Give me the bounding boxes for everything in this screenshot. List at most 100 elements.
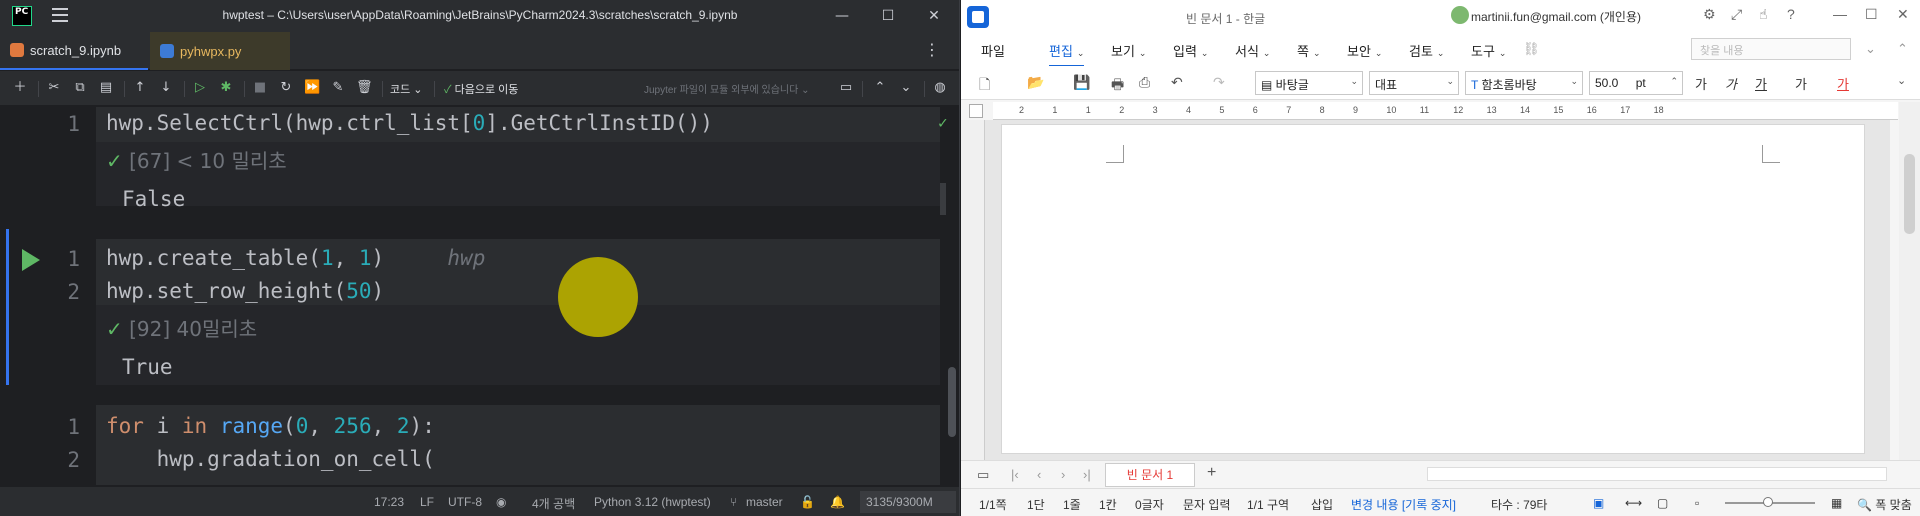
document-page[interactable] (1001, 124, 1865, 454)
notebook-editor[interactable]: 1 hwp.SelectCtrl(hwp.ctrl_list[0].GetCtr… (0, 107, 959, 487)
redo-icon[interactable]: ↷ (1213, 74, 1225, 91)
menu-format[interactable]: 서식 ⌄ (1235, 41, 1270, 60)
font-color-button[interactable]: 가 (1837, 74, 1849, 93)
menu-view[interactable]: 보기 ⌄ (1111, 41, 1146, 60)
code-line[interactable]: hwp.set_row_height(50) (106, 279, 384, 303)
reader-mode-icon[interactable]: ◉ (496, 495, 506, 509)
find-options-icon[interactable]: ⌄ (1865, 41, 1876, 57)
toolbar-more-icon[interactable]: ⌄ (1897, 74, 1906, 87)
account-label[interactable]: martinii.fun@gmail.com (개인용) (1471, 8, 1641, 25)
collapse-ribbon-icon[interactable]: ⌃ (1897, 41, 1908, 57)
input-mode[interactable]: 문자 입력 (1183, 496, 1231, 513)
last-page-icon[interactable]: ›| (1083, 467, 1091, 482)
add-cell-icon[interactable]: ＋ (12, 80, 28, 96)
horizontal-ruler[interactable]: 2 1 1 2 3 4 5 6 7 8 9 10 11 12 13 14 15 16 17 18 (993, 102, 1898, 120)
copy-icon[interactable]: ⧉ (72, 80, 88, 96)
inspection-ok-icon[interactable]: ✓ (938, 113, 948, 132)
code-line[interactable]: hwp.SelectCtrl(hwp.ctrl_list[0].GetCtrlI… (106, 111, 713, 135)
run-all-icon[interactable]: ⏩ (304, 80, 320, 96)
font-size-input[interactable]: 50.0 pt ⌃ (1589, 71, 1683, 95)
minimize-icon[interactable]: — (830, 4, 854, 28)
undo-icon[interactable]: ↶ (1171, 74, 1183, 91)
jupyter-status[interactable]: Jupyter 파일이 묘듈 외부에 있습니다 ⌄ (644, 81, 809, 96)
menu-tools[interactable]: 도구 ⌄ (1471, 41, 1506, 60)
menu-edit[interactable]: 편집 ⌄ (1049, 41, 1085, 67)
close-icon[interactable]: ✕ (1897, 6, 1909, 23)
prev-page-icon[interactable]: ‹ (1037, 467, 1041, 482)
indent-setting[interactable]: 4개 공백 (532, 495, 575, 512)
chevron-down-icon[interactable]: ⌄ (898, 80, 914, 96)
style-select[interactable]: ▤ 바탕글 ⌄ (1255, 71, 1363, 95)
minimize-icon[interactable]: — (1833, 6, 1847, 22)
strikethrough-button[interactable]: 가 (1795, 74, 1807, 93)
insert-mode[interactable]: 삽입 (1311, 496, 1333, 513)
tab-scratch-9[interactable]: scratch_9.ipynb (0, 32, 148, 70)
horizontal-scrollbar[interactable] (1427, 467, 1887, 481)
debug-cell-icon[interactable]: ✱ (218, 80, 234, 96)
open-icon[interactable]: 📂 (1027, 74, 1044, 91)
code-line[interactable]: hwp.gradation_on_cell( (106, 447, 435, 471)
paste-icon[interactable]: ▤ (98, 80, 114, 96)
branch-icon[interactable]: ⑂ (730, 495, 737, 509)
full-view-icon[interactable]: ▫ (1695, 496, 1699, 510)
menu-security[interactable]: 보안 ⌄ (1347, 41, 1382, 60)
tab-pyhwpx[interactable]: pyhwpx.py (150, 32, 290, 70)
editor-scrollbar[interactable] (948, 267, 956, 487)
maximize-icon[interactable]: ☐ (1865, 6, 1878, 23)
zoom-fit-button[interactable]: 🔍 폭 맞춤 (1857, 496, 1912, 513)
avatar[interactable] (1451, 6, 1469, 24)
find-input[interactable]: 찾을 내용 (1691, 38, 1851, 60)
track-changes[interactable]: 변경 내용 [기록 중지] (1351, 496, 1456, 513)
underline-button[interactable]: 가 (1755, 74, 1767, 93)
globe-icon[interactable]: ◍ (932, 80, 948, 96)
lock-icon[interactable]: 🔓 (800, 495, 815, 509)
chevron-up-icon[interactable]: ⌃ (872, 80, 888, 96)
web-view-icon[interactable]: ⟷ (1625, 496, 1642, 510)
run-cell-button[interactable] (22, 249, 40, 271)
italic-button[interactable]: 가 (1725, 74, 1737, 93)
font-select[interactable]: T 함초롬바탕 ⌄ (1465, 71, 1583, 95)
document-area[interactable] (985, 120, 1890, 460)
vertical-scrollbar[interactable] (1899, 102, 1920, 462)
save-icon[interactable]: 💾 (1073, 74, 1090, 91)
menu-file[interactable]: 파일 (981, 41, 1005, 60)
menu-page[interactable]: 쪽 ⌄ (1297, 41, 1321, 60)
page-view-icon[interactable]: ▢ (1657, 496, 1668, 510)
ruler-corner[interactable] (969, 104, 983, 118)
next-page-icon[interactable]: › (1061, 467, 1065, 482)
add-tab-icon[interactable]: + (1207, 464, 1216, 482)
cell-type-select[interactable]: 코드 ⌄ (390, 81, 423, 97)
code-line[interactable]: hwp.create_table(1, 1) hwp (106, 246, 485, 270)
more-icon[interactable]: ⋮ (924, 40, 940, 59)
menu-insert[interactable]: 입력 ⌄ (1173, 41, 1208, 60)
first-page-icon[interactable]: |‹ (1011, 467, 1019, 482)
interpreter[interactable]: Python 3.12 (hwptest) (594, 495, 711, 509)
git-branch[interactable]: master (746, 495, 783, 509)
terminal-icon[interactable]: ▭ (838, 80, 854, 96)
expand-icon[interactable]: ⤢ (1731, 6, 1742, 23)
print-icon[interactable]: 🖶 (1111, 74, 1124, 98)
vertical-ruler[interactable] (961, 120, 985, 460)
memory-indicator[interactable]: 3135/9300M (860, 491, 956, 513)
bold-button[interactable]: 가 (1695, 74, 1707, 93)
notifications-icon[interactable]: 🔔 (830, 495, 845, 509)
restart-kernel-icon[interactable]: ↻ (278, 80, 294, 96)
cut-icon[interactable]: ✂ (46, 80, 62, 96)
close-icon[interactable]: ✕ (922, 4, 946, 28)
caret-position[interactable]: 17:23 (374, 495, 404, 509)
maximize-icon[interactable]: ☐ (876, 4, 900, 28)
move-up-icon[interactable]: ↑ (132, 80, 148, 96)
zoom-box-icon[interactable]: ▦ (1831, 496, 1842, 510)
output-scroll[interactable] (940, 183, 946, 215)
preview-icon[interactable]: ⎙ (1139, 74, 1150, 91)
zoom-slider[interactable] (1725, 497, 1815, 507)
page-indicator[interactable]: 1/1쪽 (979, 496, 1007, 513)
network-icon[interactable]: ⛓ (1523, 41, 1540, 57)
file-encoding[interactable]: UTF-8 (448, 495, 482, 509)
run-cell-icon[interactable]: ▷ (192, 80, 208, 96)
normal-view-icon[interactable]: ▣ (1593, 496, 1604, 510)
go-next-button[interactable]: ✓ 다음으로 이동 (444, 81, 518, 97)
stop-icon[interactable]: ■ (252, 80, 268, 96)
code-line[interactable]: for i in range(0, 256, 2): (106, 414, 435, 438)
help-icon[interactable]: ? (1787, 6, 1795, 22)
